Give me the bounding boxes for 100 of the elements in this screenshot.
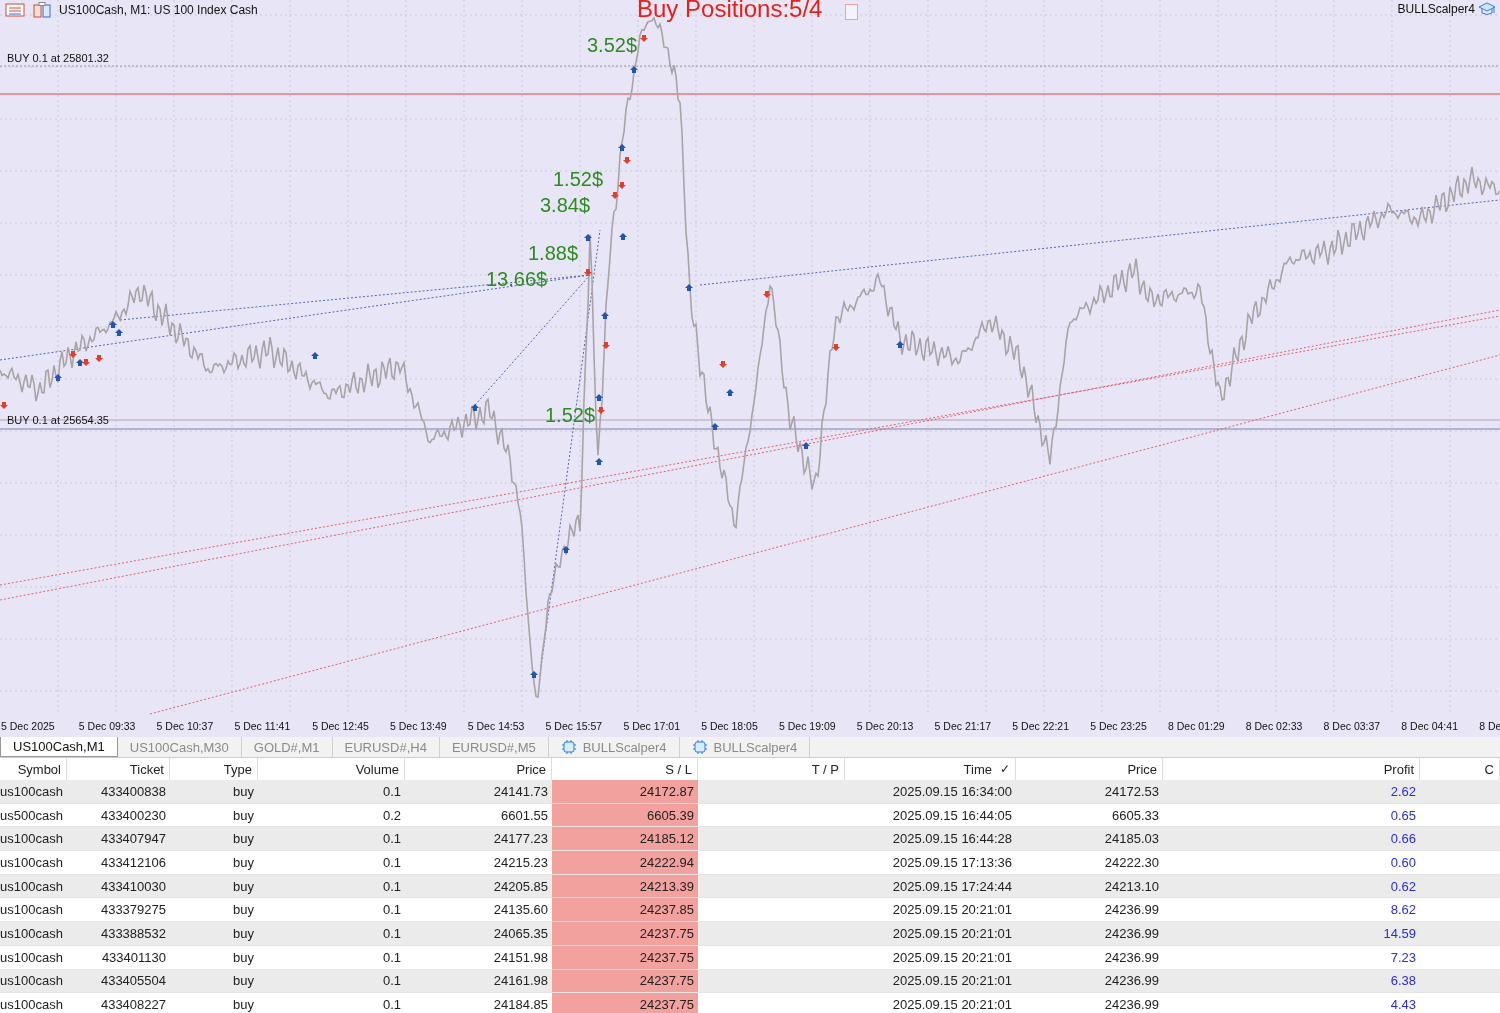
- stop-loss-cell: 24237.75: [552, 945, 698, 969]
- table-cell-text: 433401130: [100, 948, 167, 967]
- sort-mark[interactable]: ✓: [1000, 762, 1010, 776]
- buy-arrow-icon: [601, 312, 609, 319]
- table-cell-text: 24172.53: [1103, 782, 1160, 801]
- stop-loss-cell: 24237.85: [552, 898, 698, 922]
- buy-arrow-icon: [711, 423, 719, 430]
- table-cell-text: 2.62: [1389, 782, 1417, 801]
- buy-arrow-icon: [530, 671, 538, 678]
- profit-label: 1.52$: [553, 168, 604, 190]
- table-cell-text: 24177.23: [492, 830, 549, 849]
- sell-arrow-icon: [832, 344, 840, 351]
- table-cell-text: 0.65: [1389, 806, 1417, 825]
- table-cell-text: us100cash: [0, 924, 64, 943]
- time-axis-label: 5 Dec 11:41: [233, 720, 292, 732]
- time-axis-label: 8 Dec 04:41: [1400, 720, 1459, 732]
- table-cell-text: us100cash: [0, 901, 64, 920]
- table-cell-text: 24236.99: [1103, 901, 1160, 920]
- table-cell-text: buy: [232, 948, 255, 967]
- table-cell-text: 433408227: [99, 996, 167, 1013]
- table-row[interactable]: us500cash 433400230 buy 0.2 6601.55 6605.39 2025.09.15 16:44:05 6605.33 0.65: [0, 803, 1500, 828]
- table-row[interactable]: us100cash 433407947 buy 0.1 24177.23 24185.12 2025.09.15 16:44:28 24185.03 0.66: [0, 827, 1500, 852]
- table-cell-text: 433400838: [99, 782, 167, 801]
- table-cell-text: 433410030: [99, 877, 167, 896]
- table-cell-text: 2025.09.15 16:44:28: [891, 830, 1013, 849]
- table-row[interactable]: us100cash 433400838 buy 0.1 24141.73 24172.87 2025.09.15 16:34:00 24172.53 2.62: [0, 780, 1500, 804]
- table-cell-text: 433407947: [99, 830, 167, 849]
- list-icon: [5, 3, 25, 17]
- table-row[interactable]: us100cash 433412106 buy 0.1 24215.23 24222.94 2025.09.15 17:13:36 24222.30 0.60: [0, 851, 1500, 875]
- time-axis-label: 8 Dec 02:33: [1244, 720, 1304, 732]
- table-cell-text: 24215.23: [492, 853, 549, 872]
- table-cell-text: 24141.73: [492, 782, 549, 801]
- profit-label: 1.52$: [545, 404, 596, 426]
- table-cell-text: 0.1: [381, 901, 402, 920]
- stop-loss-cell: 24237.75: [552, 922, 698, 945]
- time-axis-label: 5 Dec 12:45: [311, 720, 370, 732]
- buy-arrow-icon: [54, 374, 62, 381]
- chip-icon: [691, 739, 708, 755]
- stop-loss-cell: 24172.87: [552, 780, 698, 803]
- buy-arrow-icon: [595, 394, 603, 401]
- table-cell-text: 2025.09.15 16:44:05: [891, 806, 1013, 825]
- table-row[interactable]: us100cash 433405504 buy 0.1 24161.98 24237.75 2025.09.15 20:21:01 24236.99 6.38: [0, 969, 1500, 994]
- table-cell-text: 24185.03: [1103, 830, 1160, 849]
- table-cell-text: 2025.09.15 17:13:36: [891, 853, 1013, 872]
- stop-loss-cell: 24237.75: [552, 993, 698, 1013]
- chart-title: US100Cash, M1: US 100 Index Cash: [59, 3, 258, 17]
- stop-loss-cell: 24213.39: [552, 874, 698, 898]
- table-cell-text: 433379275: [99, 901, 167, 920]
- position-label: BUY 0.1 at 25654.35: [7, 414, 109, 426]
- buy-arrow-icon: [618, 144, 626, 151]
- table-cell-text: 2025.09.15 20:21:01: [891, 901, 1013, 920]
- profit-label: 13.66$: [486, 268, 548, 290]
- table-cell-text: 2025.09.15 20:21:01: [891, 972, 1013, 991]
- table-cell-text: 0.1: [381, 948, 402, 967]
- time-axis-label: 5 Dec 10:37: [155, 720, 215, 732]
- table-cell-text: 24236.99: [1103, 924, 1160, 943]
- sell-arrow-icon: [640, 35, 648, 42]
- time-axis-label: 5 Dec 21:17: [933, 720, 993, 732]
- table-cell-text: 0.60: [1389, 853, 1417, 872]
- table-row[interactable]: us100cash 433410030 buy 0.1 24205.85 24213.39 2025.09.15 17:24:44 24213.10 0.62: [0, 874, 1500, 899]
- sell-arrow-icon: [763, 291, 771, 298]
- table-cell-text: buy: [232, 901, 255, 920]
- buy-arrow-icon: [685, 284, 693, 291]
- table-row[interactable]: us100cash 433401130 buy 0.1 24151.98 24237.75 2025.09.15 20:21:01 24236.99 7.23: [0, 945, 1500, 970]
- graduation-cap-icon: [1478, 2, 1496, 16]
- stop-loss-cell: 24237.75: [552, 969, 698, 993]
- buy-arrow-icon: [311, 352, 319, 359]
- table-cell-text: 4.43: [1389, 996, 1417, 1013]
- table-cell-text: us500cash: [0, 806, 64, 825]
- table-cell-text: 7.23: [1389, 948, 1417, 967]
- table-cell-text: buy: [232, 972, 255, 991]
- table-cell-text: 2025.09.15 17:24:44: [891, 877, 1013, 896]
- buy-arrow-icon: [619, 233, 627, 240]
- table-cell-text: 2025.09.15 20:21:01: [891, 948, 1013, 967]
- table-cell-text: 433400230: [99, 806, 167, 825]
- buy-arrow-icon: [76, 359, 84, 366]
- table-cell-text: 433405504: [99, 972, 167, 991]
- time-axis-label: 5 Dec 19:09: [777, 720, 837, 732]
- table-row[interactable]: us100cash 433379275 buy 0.1 24135.60 24237.85 2025.09.15 20:21:01 24236.99 8.62: [0, 898, 1500, 923]
- square-icon: [845, 4, 858, 20]
- time-axis-label: 5 Dec 09:33: [77, 720, 137, 732]
- time-axis-label: 5 Dec 15:57: [544, 720, 604, 732]
- table-row[interactable]: us100cash 433388532 buy 0.1 24065.35 24237.75 2025.09.15 20:21:01 24236.99 14.59: [0, 922, 1500, 946]
- chart-tab[interactable]: US100Cash,M1: [0, 737, 118, 757]
- column-header[interactable]: Time: [963, 761, 992, 777]
- table-cell-text: 0.66: [1389, 830, 1417, 849]
- table-cell-text: 24222.30: [1103, 853, 1160, 872]
- buy-arrow-icon: [802, 442, 810, 449]
- table-cell-text: us100cash: [0, 972, 64, 991]
- table-cell-text: 24135.60: [492, 901, 549, 920]
- table-cell-text: 24236.99: [1103, 948, 1160, 967]
- profit-label: 3.52$: [587, 34, 638, 56]
- buy-arrow-icon: [726, 389, 734, 396]
- table-cell-text: 24236.99: [1103, 996, 1160, 1013]
- table-cell-text: us100cash: [0, 830, 64, 849]
- time-axis-label: 5 Dec 2025: [0, 720, 56, 732]
- table-cell-text: 0.1: [381, 853, 402, 872]
- table-cell-text: 8.62: [1389, 901, 1417, 920]
- table-cell-text: 6.38: [1389, 972, 1417, 991]
- table-cell-text: 2025.09.15 20:21:01: [891, 924, 1013, 943]
